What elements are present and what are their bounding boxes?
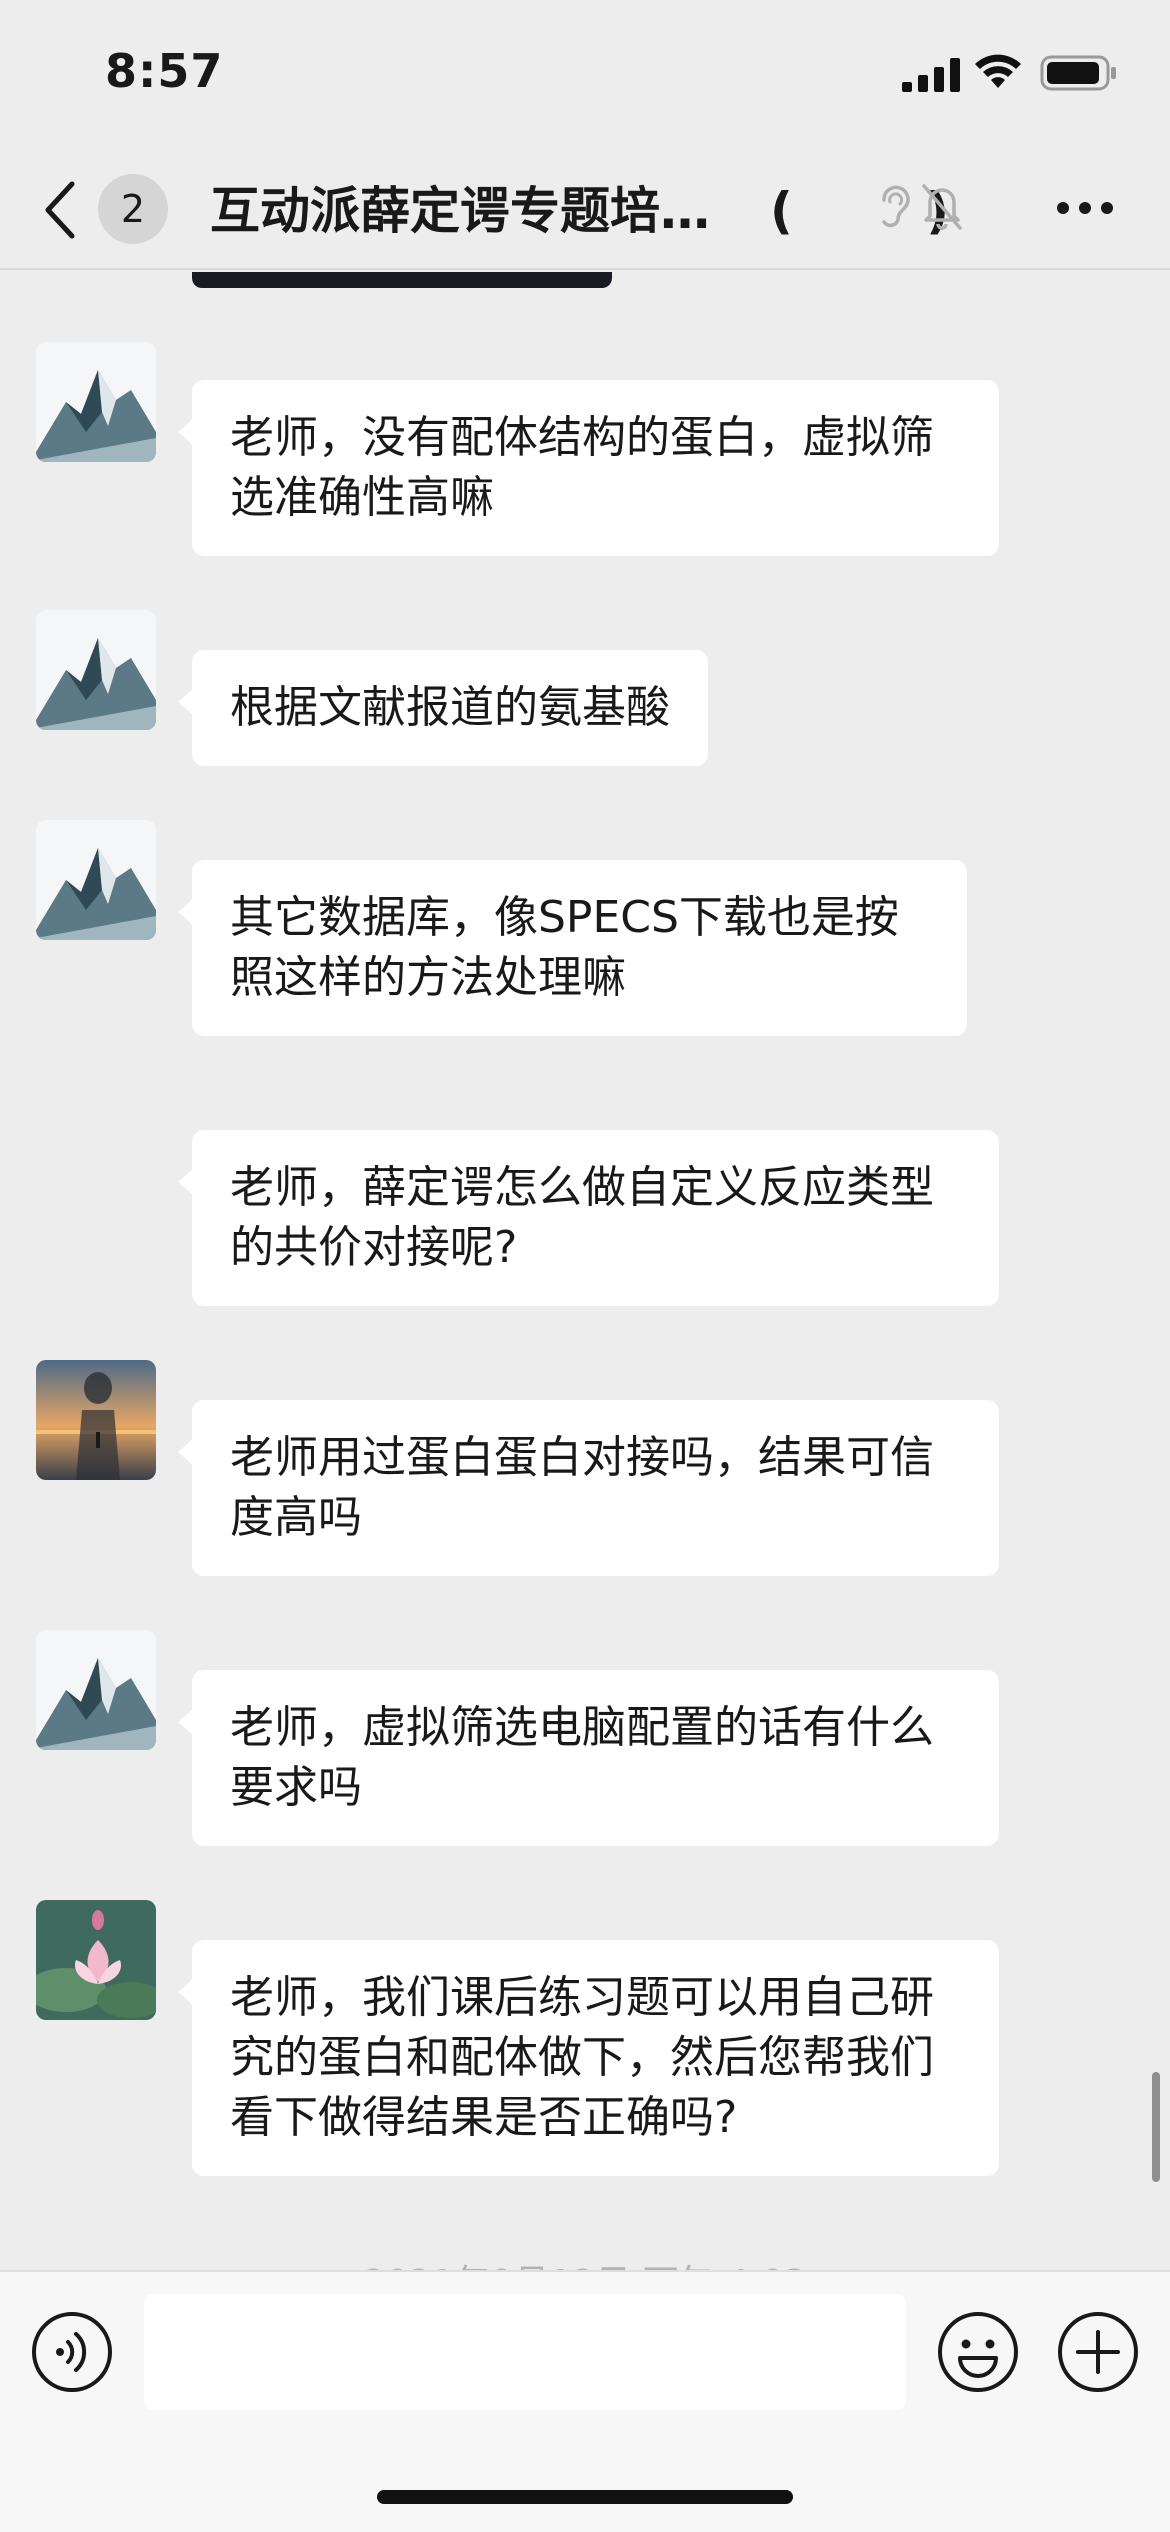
- message-bubble[interactable]: 老师，没有配体结构的蛋白，虚拟筛选准确性高嘛: [178, 380, 999, 556]
- message-bubble[interactable]: 老师用过蛋白蛋白对接吗，结果可信度高吗: [178, 1400, 999, 1576]
- message-bubble[interactable]: 老师，虚拟筛选电脑配置的话有什么要求吗: [178, 1670, 999, 1846]
- chat-header: 2 互动派薛定谔专题培… ( ): [0, 150, 1170, 270]
- sunset-person-avatar[interactable]: [36, 1360, 156, 1480]
- emoji-icon[interactable]: [936, 2310, 1020, 2394]
- lotus-avatar[interactable]: [36, 1900, 156, 2020]
- unread-count-badge[interactable]: 2: [98, 174, 168, 244]
- battery-icon: [1040, 55, 1116, 91]
- message-bubble[interactable]: 其它数据库，像SPECS下载也是按照这样的方法处理嘛: [178, 860, 967, 1036]
- message-input[interactable]: [144, 2294, 906, 2410]
- mountain-ink-avatar[interactable]: [36, 1630, 156, 1750]
- message-list[interactable]: 老师，没有配体结构的蛋白，虚拟筛选准确性高嘛 根据文献报道的氨基酸 其它数据库，…: [0, 272, 1170, 2272]
- message-bubble[interactable]: 根据文献报道的氨基酸: [178, 650, 708, 766]
- message-bubble[interactable]: 老师，薛定谔怎么做自定义反应类型的共价对接呢?: [178, 1130, 999, 1306]
- message-bubble[interactable]: 老师，我们课后练习题可以用自己研究的蛋白和配体做下，然后您帮我们看下做得结果是否…: [178, 1940, 999, 2176]
- scrollbar-thumb[interactable]: [1152, 2072, 1160, 2182]
- ear-icon: [882, 185, 910, 227]
- image-message-partial[interactable]: [192, 272, 612, 288]
- status-bar: 8:57: [0, 0, 1170, 150]
- home-indicator[interactable]: [377, 2490, 793, 2504]
- voice-input-icon[interactable]: [30, 2310, 114, 2394]
- more-options-icon[interactable]: [1055, 198, 1115, 218]
- mountain-ink-avatar[interactable]: [36, 342, 156, 462]
- mountain-ink-avatar[interactable]: [36, 610, 156, 730]
- plus-icon[interactable]: [1056, 2310, 1140, 2394]
- back-arrow-icon[interactable]: [40, 178, 84, 242]
- status-time: 8:57: [105, 44, 224, 98]
- chat-screen: 8:57 2 互动派薛定谔专题培… ( ) 老师，没有配体结构的蛋白，虚拟筛选准…: [0, 0, 1170, 2532]
- wifi-icon: [975, 54, 1021, 88]
- mountain-ink-avatar[interactable]: [36, 820, 156, 940]
- mute-bell-icon: [922, 184, 962, 230]
- signal-icon: [902, 58, 960, 92]
- chat-title: 互动派薛定谔专题培…: [210, 182, 710, 240]
